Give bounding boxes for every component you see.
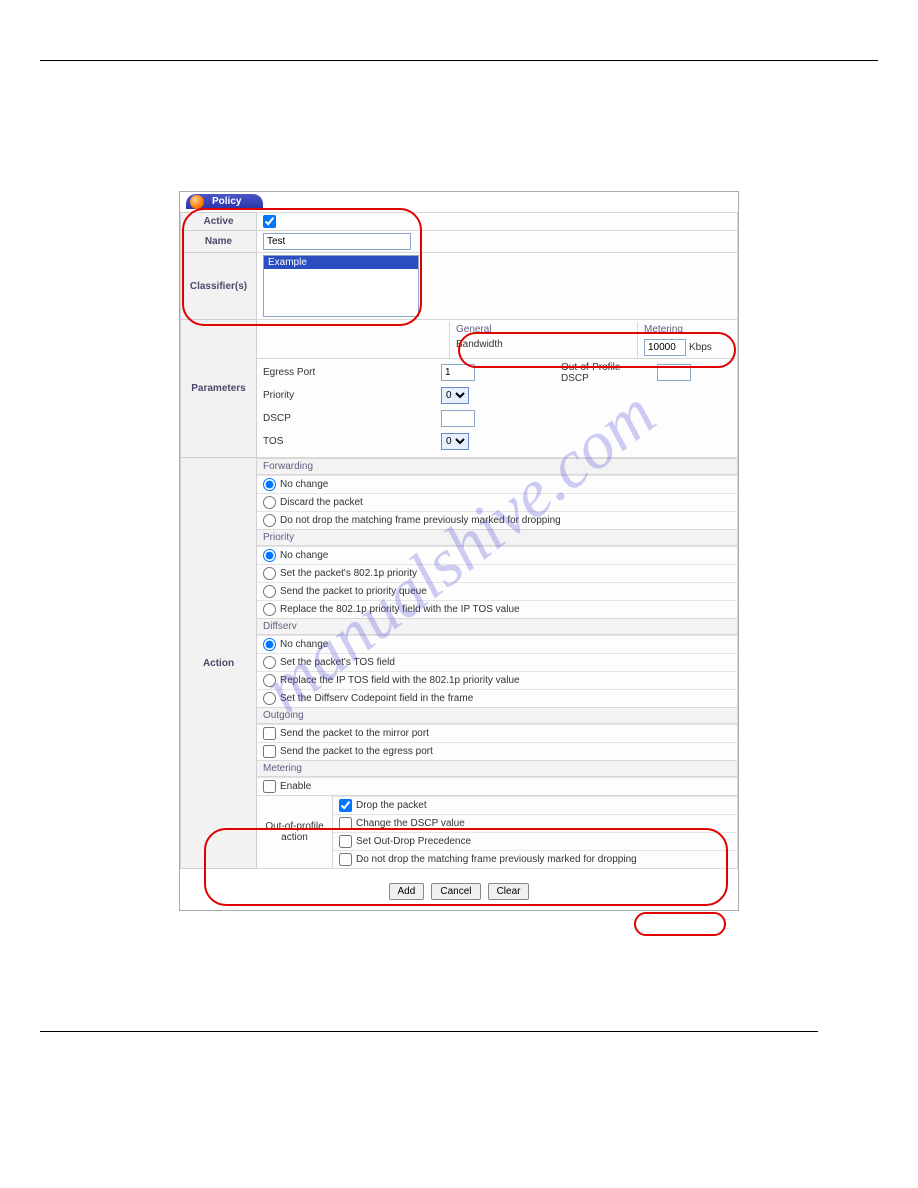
diffserv-heading: Diffserv (257, 618, 737, 635)
metering-heading2: Metering (257, 760, 737, 777)
radio-icon[interactable] (263, 478, 276, 491)
radio-icon[interactable] (263, 656, 276, 669)
forwarding-heading: Forwarding (257, 458, 737, 475)
diffserv-opt-1[interactable]: Set the packet's TOS field (257, 653, 737, 671)
tab-label: Policy (212, 196, 241, 207)
name-label: Name (181, 231, 257, 253)
checkbox-icon[interactable] (263, 780, 276, 793)
button-row: Add Cancel Clear (180, 869, 738, 910)
clear-button[interactable]: Clear (488, 883, 530, 900)
outgoing-heading: Outgoing (257, 707, 737, 724)
checkbox-icon[interactable] (339, 853, 352, 866)
out-of-profile-action-group: Out-of-profile action Drop the packet Ch… (257, 795, 737, 868)
egress-port-label: Egress Port (263, 367, 433, 378)
checkbox-icon[interactable] (263, 727, 276, 740)
priority-select[interactable]: 0 (441, 387, 469, 404)
policy-config-panel: manualshive.com Policy Active Name (179, 191, 739, 911)
general-heading: General (450, 322, 637, 337)
radio-icon[interactable] (263, 567, 276, 580)
priority-opt-0[interactable]: No change (257, 546, 737, 564)
radio-icon[interactable] (263, 585, 276, 598)
active-checkbox[interactable] (263, 215, 276, 228)
oop-opt-0[interactable]: Drop the packet (333, 796, 737, 814)
oop-dscp-label: Out-of-Profile DSCP (561, 362, 651, 384)
classifiers-listbox[interactable]: Example (263, 255, 419, 317)
radio-icon[interactable] (263, 638, 276, 651)
priority-opt-3[interactable]: Replace the 802.1p priority field with t… (257, 600, 737, 618)
diffserv-opt-3[interactable]: Set the Diffserv Codepoint field in the … (257, 689, 737, 707)
highlight-bottom-right (634, 912, 726, 936)
policy-tab[interactable]: Policy (186, 194, 263, 209)
oop-opt-2[interactable]: Set Out-Drop Precedence (333, 832, 737, 850)
priority-heading: Priority (257, 529, 737, 546)
policy-form-table: Active Name Classifier(s) Example (180, 212, 738, 869)
radio-icon[interactable] (263, 514, 276, 527)
bandwidth-input[interactable] (644, 339, 686, 356)
page-bottom-rule (40, 1031, 818, 1032)
metering-heading: Metering (638, 322, 737, 337)
radio-icon[interactable] (263, 549, 276, 562)
add-button[interactable]: Add (389, 883, 425, 900)
dscp-param-label: DSCP (263, 413, 433, 424)
oop-action-label: Out-of-profile action (257, 796, 333, 868)
bandwidth-unit: Kbps (689, 342, 712, 353)
priority-param-label: Priority (263, 390, 433, 401)
forwarding-opt-0[interactable]: No change (257, 475, 737, 493)
priority-opt-1[interactable]: Set the packet's 802.1p priority (257, 564, 737, 582)
radio-icon[interactable] (263, 674, 276, 687)
outgoing-opt-1[interactable]: Send the packet to the egress port (257, 742, 737, 760)
dscp-input[interactable] (441, 410, 475, 427)
radio-icon[interactable] (263, 496, 276, 509)
bandwidth-label: Bandwidth (456, 339, 503, 350)
oop-dscp-input[interactable] (657, 364, 691, 381)
page-top-rule (40, 60, 878, 61)
name-input[interactable] (263, 233, 411, 250)
checkbox-icon[interactable] (263, 745, 276, 758)
metering-enable[interactable]: Enable (257, 777, 737, 795)
classifier-item[interactable]: Example (264, 256, 418, 269)
checkbox-icon[interactable] (339, 799, 352, 812)
cancel-button[interactable]: Cancel (431, 883, 480, 900)
oop-opt-3[interactable]: Do not drop the matching frame previousl… (333, 850, 737, 868)
radio-icon[interactable] (263, 692, 276, 705)
diffserv-opt-0[interactable]: No change (257, 635, 737, 653)
tos-param-label: TOS (263, 436, 433, 447)
active-label: Active (181, 213, 257, 231)
egress-port-input[interactable] (441, 364, 475, 381)
checkbox-icon[interactable] (339, 835, 352, 848)
diffserv-opt-2[interactable]: Replace the IP TOS field with the 802.1p… (257, 671, 737, 689)
outgoing-opt-0[interactable]: Send the packet to the mirror port (257, 724, 737, 742)
forwarding-opt-1[interactable]: Discard the packet (257, 493, 737, 511)
tab-header: Policy (180, 192, 738, 212)
radio-icon[interactable] (263, 603, 276, 616)
oop-opt-1[interactable]: Change the DSCP value (333, 814, 737, 832)
priority-opt-2[interactable]: Send the packet to priority queue (257, 582, 737, 600)
forwarding-opt-2[interactable]: Do not drop the matching frame previousl… (257, 511, 737, 529)
parameters-label: Parameters (181, 320, 257, 458)
tos-select[interactable]: 0 (441, 433, 469, 450)
checkbox-icon[interactable] (339, 817, 352, 830)
classifiers-label: Classifier(s) (181, 253, 257, 320)
action-label: Action (181, 458, 257, 869)
